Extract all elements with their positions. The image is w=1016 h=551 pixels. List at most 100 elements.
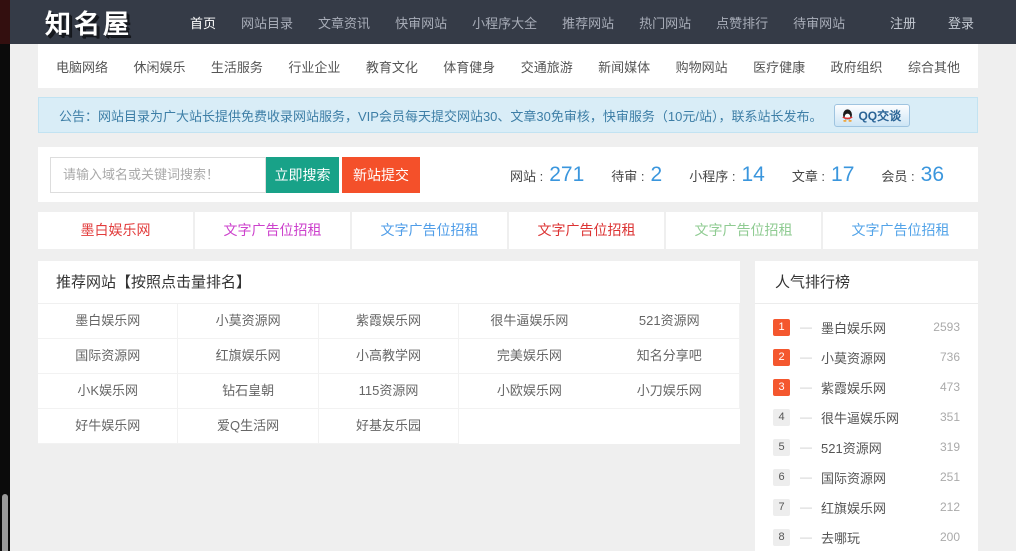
nav-item[interactable]: 待审网站	[793, 13, 845, 32]
announcement-text: 公告：网站目录为广大站长提供免费收录网站服务，VIP会员每天提交网站30、文章3…	[59, 106, 822, 125]
category-item[interactable]: 政府组织	[831, 57, 883, 76]
ranked-site-link[interactable]: 521资源网	[821, 438, 882, 457]
recommended-grid: 墨白娱乐网 小莫资源网 紫霞娱乐网 很牛逼娱乐网 521资源网 国际资源网 红旗…	[38, 304, 740, 444]
browser-viewport: 知名屋 首页 网站目录 文章资讯 快审网站 小程序大全 推荐网站	[0, 0, 1016, 551]
category-item[interactable]: 医疗健康	[753, 57, 805, 76]
site-link[interactable]: 小欧娱乐网	[459, 374, 599, 409]
qq-chat-label: QQ交谈	[858, 107, 901, 124]
nav-item[interactable]: 小程序大全	[472, 13, 537, 32]
site-link[interactable]: 小K娱乐网	[38, 374, 178, 409]
rank-hits: 736	[940, 350, 960, 364]
ranked-site-link[interactable]: 红旗娱乐网	[821, 498, 886, 517]
rank-dash: —	[800, 410, 812, 424]
ranking-row[interactable]: 6 — 国际资源网 251	[773, 462, 960, 492]
nav-item[interactable]: 点赞排行	[716, 13, 768, 32]
ranked-site-link[interactable]: 紫霞娱乐网	[821, 378, 886, 397]
text-ad-link[interactable]: 墨白娱乐网	[38, 212, 193, 249]
stat-item: 小程序 : 14	[689, 163, 765, 187]
site-link[interactable]: 115资源网	[319, 374, 459, 409]
login-link[interactable]: 登录	[948, 13, 974, 32]
ranking-row[interactable]: 8 — 去哪玩 200	[773, 522, 960, 551]
category-item[interactable]: 行业企业	[288, 57, 340, 76]
category-item[interactable]: 新闻媒体	[598, 57, 650, 76]
ranked-site-link[interactable]: 墨白娱乐网	[821, 318, 886, 337]
category-item[interactable]: 综合其他	[908, 57, 960, 76]
search-section: 立即搜索 新站提交 网站 : 271 待审 : 2	[38, 147, 978, 202]
site-link[interactable]: 爱Q生活网	[178, 409, 318, 444]
announcement-bar: 公告：网站目录为广大站长提供免费收录网站服务，VIP会员每天提交网站30、文章3…	[38, 97, 978, 133]
site-logo[interactable]: 知名屋	[38, 4, 132, 41]
window-edge	[0, 0, 10, 551]
site-link[interactable]: 国际资源网	[38, 339, 178, 374]
nav-item[interactable]: 首页	[190, 13, 216, 32]
top-navbar: 知名屋 首页 网站目录 文章资讯 快审网站 小程序大全 推荐网站	[10, 0, 1016, 44]
text-ad-row: 墨白娱乐网 文字广告位招租 文字广告位招租 文字广告位招租 文字广告位招租 文字…	[38, 212, 978, 249]
nav-item[interactable]: 网站目录	[241, 13, 293, 32]
ranking-list: 1 — 墨白娱乐网 2593 2 — 小莫资源网 736	[755, 304, 978, 551]
rank-hits: 351	[940, 410, 960, 424]
nav-item[interactable]: 快审网站	[395, 13, 447, 32]
ranked-site-link[interactable]: 小莫资源网	[821, 348, 886, 367]
rank-hits: 212	[940, 500, 960, 514]
category-item[interactable]: 交通旅游	[521, 57, 573, 76]
ranking-row[interactable]: 1 — 墨白娱乐网 2593	[773, 312, 960, 342]
recommended-title: 推荐网站【按照点击量排名】	[38, 261, 740, 304]
register-link[interactable]: 注册	[890, 13, 916, 32]
category-item[interactable]: 体育健身	[443, 57, 495, 76]
ranked-site-link[interactable]: 去哪玩	[821, 528, 860, 547]
site-link[interactable]: 墨白娱乐网	[38, 304, 178, 339]
rank-dash: —	[800, 380, 812, 394]
category-item[interactable]: 休闲娱乐	[133, 57, 185, 76]
nav-item[interactable]: 文章资讯	[318, 13, 370, 32]
ranked-site-link[interactable]: 国际资源网	[821, 468, 886, 487]
nav-item[interactable]: 热门网站	[639, 13, 691, 32]
text-ad-link[interactable]: 文字广告位招租	[195, 212, 350, 249]
ranking-row[interactable]: 5 — 521资源网 319	[773, 432, 960, 462]
rank-badge: 6	[773, 469, 790, 486]
site-link[interactable]: 钻石皇朝	[178, 374, 318, 409]
category-item[interactable]: 购物网站	[676, 57, 728, 76]
ranking-row[interactable]: 3 — 紫霞娱乐网 473	[773, 372, 960, 402]
rank-badge: 2	[773, 349, 790, 366]
stat-value: 14	[741, 163, 764, 187]
category-item[interactable]: 教育文化	[366, 57, 418, 76]
ranking-row[interactable]: 2 — 小莫资源网 736	[773, 342, 960, 372]
site-link[interactable]: 完美娱乐网	[459, 339, 599, 374]
qq-chat-button[interactable]: QQ交谈	[834, 104, 910, 127]
rank-dash: —	[800, 470, 812, 484]
site-link[interactable]: 小莫资源网	[178, 304, 318, 339]
text-ad-link[interactable]: 文字广告位招租	[352, 212, 507, 249]
ranking-title: 人气排行榜	[755, 261, 978, 304]
scrollbar-thumb[interactable]	[2, 494, 8, 551]
site-link[interactable]: 好基友乐园	[319, 409, 459, 444]
site-link[interactable]: 紫霞娱乐网	[319, 304, 459, 339]
site-link[interactable]: 小刀娱乐网	[600, 374, 740, 409]
category-item[interactable]: 生活服务	[211, 57, 263, 76]
stat-value: 271	[549, 163, 584, 187]
stat-item: 文章 : 17	[792, 163, 855, 187]
stat-item: 网站 : 271	[510, 163, 584, 187]
ranking-row[interactable]: 4 — 很牛逼娱乐网 351	[773, 402, 960, 432]
main-nav: 首页 网站目录 文章资讯 快审网站 小程序大全 推荐网站 热门网站 点赞排行	[190, 13, 845, 32]
nav-item[interactable]: 推荐网站	[562, 13, 614, 32]
site-link[interactable]: 好牛娱乐网	[38, 409, 178, 444]
category-item[interactable]: 电脑网络	[56, 57, 108, 76]
site-link[interactable]: 521资源网	[600, 304, 740, 339]
site-link[interactable]: 很牛逼娱乐网	[459, 304, 599, 339]
text-ad-link[interactable]: 文字广告位招租	[823, 212, 978, 249]
ranked-site-link[interactable]: 很牛逼娱乐网	[821, 408, 899, 427]
search-button[interactable]: 立即搜索	[266, 157, 339, 193]
rank-hits: 2593	[933, 320, 960, 334]
ranking-row[interactable]: 7 — 红旗娱乐网 212	[773, 492, 960, 522]
stat-label: 小程序 :	[689, 166, 735, 185]
text-ad-link[interactable]: 文字广告位招租	[509, 212, 664, 249]
rank-hits: 251	[940, 470, 960, 484]
submit-site-button[interactable]: 新站提交	[342, 157, 420, 193]
site-link[interactable]: 小高教学网	[319, 339, 459, 374]
site-link[interactable]: 知名分享吧	[600, 339, 740, 374]
text-ad-link[interactable]: 文字广告位招租	[666, 212, 821, 249]
stat-label: 网站 :	[510, 166, 543, 185]
rank-dash: —	[800, 500, 812, 514]
site-link[interactable]: 红旗娱乐网	[178, 339, 318, 374]
search-input[interactable]	[50, 157, 266, 193]
